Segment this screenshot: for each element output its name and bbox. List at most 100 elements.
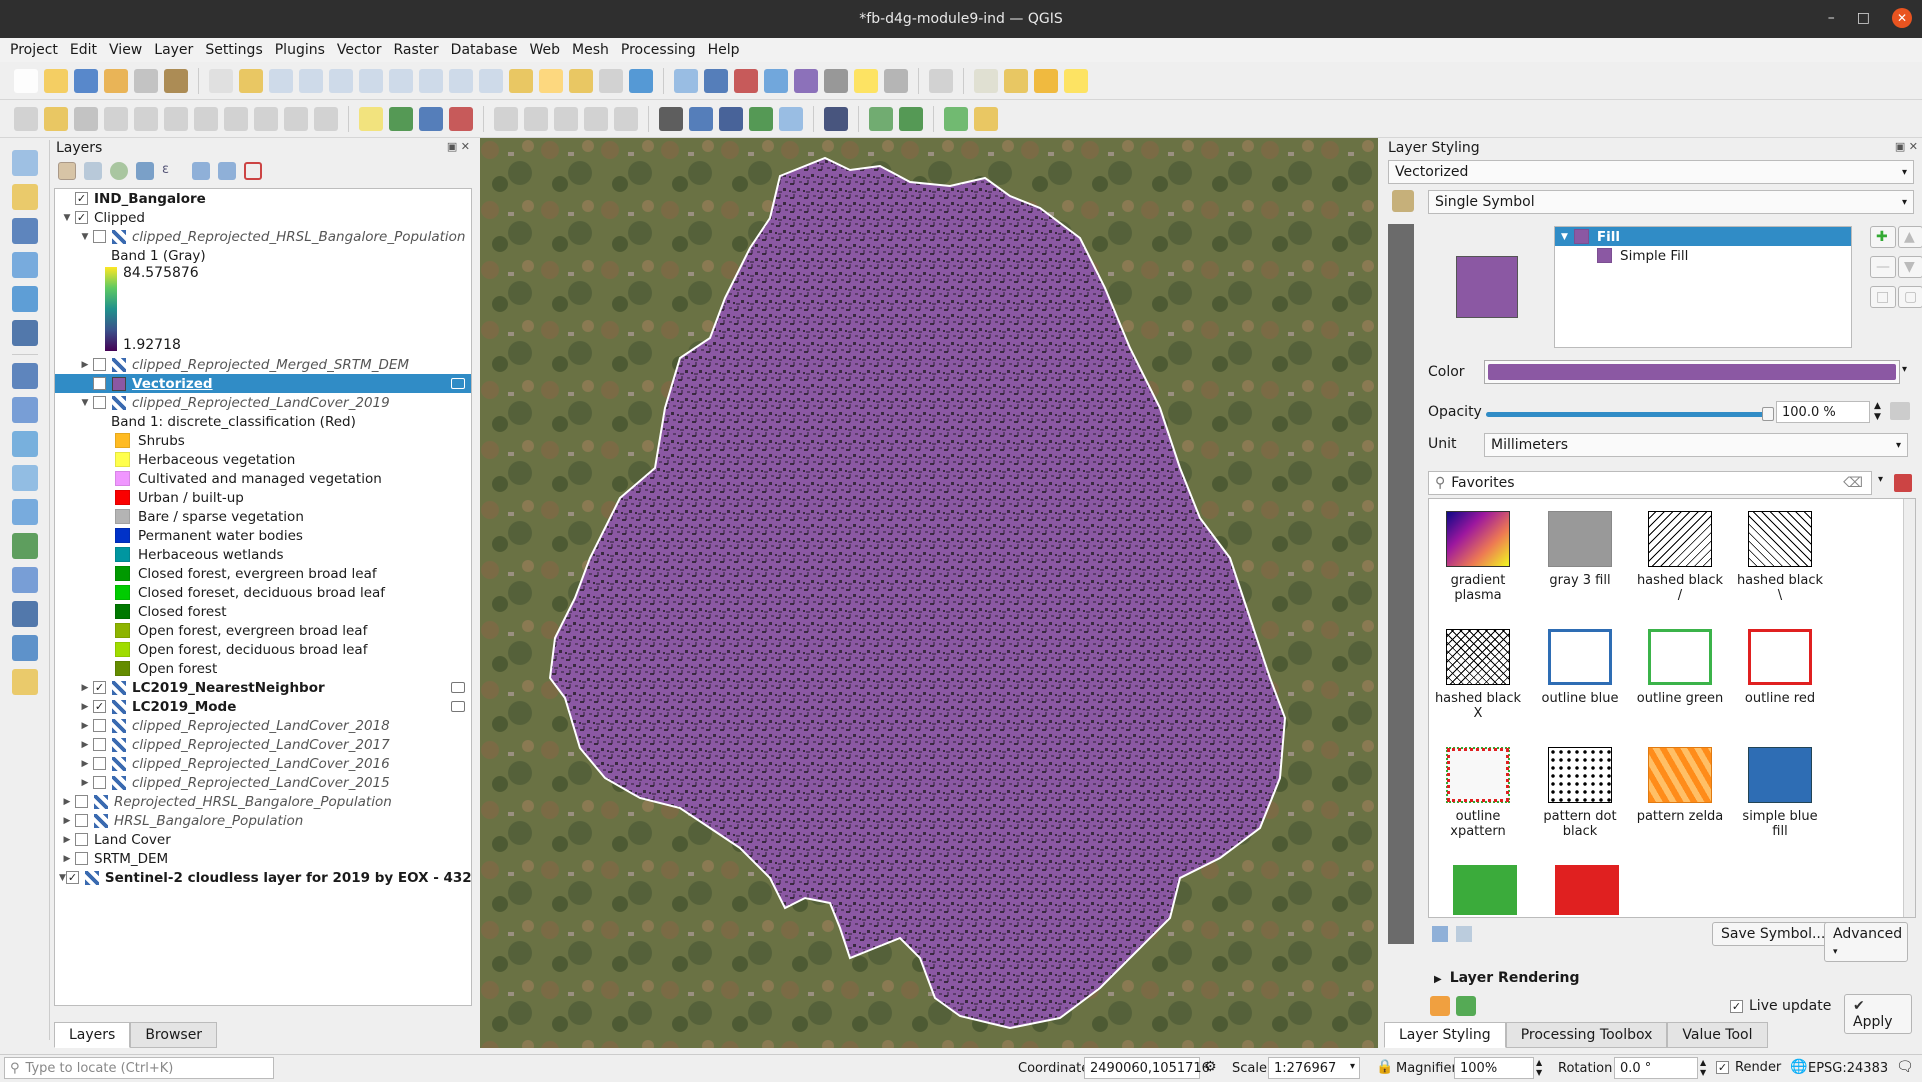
edit-tool-21-icon[interactable] (614, 106, 638, 131)
opacity-spinbox[interactable]: 100.0 % (1776, 401, 1870, 423)
symbology-icon[interactable] (1392, 190, 1414, 212)
main-tool-8-icon[interactable] (239, 68, 263, 93)
layer-visibility-checkbox[interactable] (93, 396, 106, 409)
live-update-checkbox[interactable]: ✓ Live update (1730, 998, 1831, 1014)
chevron-right-icon[interactable]: ▶ (59, 816, 75, 826)
layer-tree-row[interactable]: ▼ clipped_Reprojected_LandCover_2019 (55, 393, 471, 412)
layer-visibility-checkbox[interactable]: ✓ (75, 211, 88, 224)
messages-icon[interactable]: 🗨 (1896, 1059, 1914, 1075)
layer-tree-row[interactable]: ▶ SRTM_DEM (55, 849, 471, 868)
add-group-icon[interactable] (84, 162, 102, 180)
edit-tool-25-icon[interactable] (719, 106, 743, 131)
opacity-slider[interactable] (1486, 407, 1774, 421)
add-layer-tool-1-icon[interactable] (11, 184, 38, 210)
edit-tool-35-icon[interactable] (974, 106, 998, 131)
add-layer-tool-14-icon[interactable] (11, 601, 38, 627)
tab-processing-toolbox[interactable]: Processing Toolbox (1505, 1022, 1668, 1048)
menu-project[interactable]: Project (4, 42, 64, 58)
edit-tool-29-icon[interactable] (824, 106, 848, 131)
symbol-item[interactable]: hashed black / (1635, 511, 1725, 603)
redo-icon[interactable] (1456, 996, 1476, 1016)
coordinate-field[interactable]: 2490060,1051716 (1084, 1057, 1210, 1079)
layer-visibility-checkbox[interactable] (93, 757, 106, 770)
edit-tool-24-icon[interactable] (689, 106, 713, 131)
main-tool-15-icon[interactable] (449, 68, 473, 93)
color-button[interactable] (1484, 360, 1900, 384)
crs-button[interactable]: EPSG:24383 (1808, 1061, 1888, 1076)
menu-plugins[interactable]: Plugins (269, 42, 331, 58)
main-tool-24-icon[interactable] (704, 68, 728, 93)
symbol-tree-simple-fill[interactable]: Simple Fill (1555, 246, 1851, 265)
layer-tree-row[interactable]: ▼ ✓ Clipped (55, 208, 471, 227)
chevron-down-icon[interactable]: ▼ (59, 213, 75, 223)
menu-layer[interactable]: Layer (148, 42, 199, 58)
edit-tool-8-icon[interactable] (254, 106, 278, 131)
symbol-item[interactable]: outline xpattern (1433, 747, 1523, 839)
layer-tree-row[interactable]: Band 1: discrete_classification (Red) (55, 412, 471, 431)
edit-tool-2-icon[interactable] (74, 106, 98, 131)
menu-processing[interactable]: Processing (615, 42, 702, 58)
menu-web[interactable]: Web (523, 42, 566, 58)
add-layer-tool-9-icon[interactable] (11, 431, 38, 457)
renderer-select[interactable]: Single Symbol ▾ (1428, 190, 1914, 214)
layer-tree-row[interactable]: ▼ ✓ Sentinel-2 cloudless layer for 2019 by… (55, 868, 471, 887)
tab-browser[interactable]: Browser (130, 1022, 218, 1048)
add-layer-tool-7-icon[interactable] (11, 363, 38, 389)
style-manager-icon[interactable] (1894, 474, 1912, 492)
save-symbol-button[interactable]: Save Symbol... (1712, 922, 1835, 946)
main-tool-0-icon[interactable] (14, 68, 38, 93)
main-tool-5-icon[interactable] (164, 68, 188, 93)
edit-tool-0-icon[interactable] (14, 106, 38, 131)
chevron-down-icon[interactable]: ▼ (77, 232, 93, 242)
main-tool-34-icon[interactable] (974, 68, 998, 93)
symbol-item[interactable]: pattern zelda (1635, 747, 1725, 824)
edit-tool-19-icon[interactable] (554, 106, 578, 131)
add-layer-tool-8-icon[interactable] (11, 397, 38, 423)
chevron-right-icon[interactable]: ▶ (77, 702, 93, 712)
menu-mesh[interactable]: Mesh (566, 42, 615, 58)
layer-tree-row[interactable]: ✓ Vectorized (55, 374, 471, 393)
symbol-item[interactable]: outline green (1635, 629, 1725, 706)
edit-tool-14-icon[interactable] (419, 106, 443, 131)
main-tool-20-icon[interactable] (599, 68, 623, 93)
advanced-button[interactable]: Advanced ▾ (1824, 922, 1908, 962)
edit-tool-23-icon[interactable] (659, 106, 683, 131)
symbol-search[interactable]: ⚲ Favorites ⌫ (1428, 471, 1872, 495)
chevron-down-icon[interactable]: ▾ (1350, 1061, 1355, 1072)
tab-value-tool[interactable]: Value Tool (1667, 1022, 1768, 1048)
layer-tree-row[interactable]: ▶ clipped_Reprojected_LandCover_2017 (55, 735, 471, 754)
layer-tree-row[interactable]: ▶ Reprojected_HRSL_Bangalore_Population (55, 792, 471, 811)
layer-visibility-checkbox[interactable] (93, 719, 106, 732)
layer-visibility-checkbox[interactable] (75, 814, 88, 827)
layer-tree-row[interactable]: ▶ HRSL_Bangalore_Population (55, 811, 471, 830)
edit-tool-9-icon[interactable] (284, 106, 308, 131)
locator-input[interactable]: ⚲ Type to locate (Ctrl+K) (4, 1057, 274, 1079)
menu-edit[interactable]: Edit (64, 42, 103, 58)
chevron-right-icon[interactable]: ▶ (77, 778, 93, 788)
layer-tree-row[interactable]: ▶ clipped_Reprojected_LandCover_2015 (55, 773, 471, 792)
main-tool-21-icon[interactable] (629, 68, 653, 93)
layer-tree-row[interactable]: ▼ clipped_Reprojected_HRSL_Bangalore_Popu… (55, 227, 471, 246)
expression-filter-icon[interactable]: ε (162, 162, 184, 180)
add-symbol-layer-button[interactable]: ✚ (1870, 226, 1896, 248)
menu-database[interactable]: Database (445, 42, 524, 58)
main-tool-16-icon[interactable] (479, 68, 503, 93)
layer-visibility-checkbox[interactable] (93, 738, 106, 751)
chevron-right-icon[interactable]: ▶ (77, 721, 93, 731)
layer-tree-row[interactable]: ▶ clipped_Reprojected_Merged_SRTM_DEM (55, 355, 471, 374)
main-tool-35-icon[interactable] (1004, 68, 1028, 93)
chevron-down-icon[interactable]: ▼ (77, 398, 93, 408)
chevron-right-icon[interactable]: ▶ (77, 740, 93, 750)
add-layer-tool-10-icon[interactable] (11, 465, 38, 491)
tab-layers[interactable]: Layers (54, 1022, 131, 1048)
edit-tool-6-icon[interactable] (194, 106, 218, 131)
menu-settings[interactable]: Settings (199, 42, 268, 58)
main-tool-37-icon[interactable] (1064, 68, 1088, 93)
layer-tree-row[interactable]: ▶ ✓ LC2019_NearestNeighbor (55, 678, 471, 697)
main-tool-30-icon[interactable] (884, 68, 908, 93)
edit-tool-7-icon[interactable] (224, 106, 248, 131)
add-layer-tool-15-icon[interactable] (11, 635, 38, 661)
chevron-right-icon[interactable]: ▶ (77, 683, 93, 693)
add-layer-tool-2-icon[interactable] (11, 218, 38, 244)
add-layer-tool-16-icon[interactable] (11, 669, 38, 695)
